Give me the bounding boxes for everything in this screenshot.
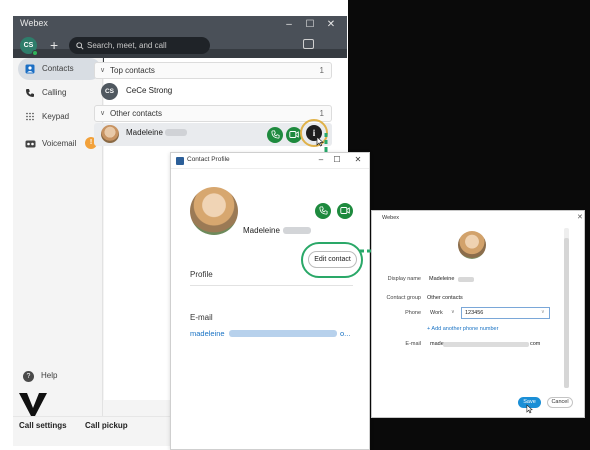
call-button[interactable] (267, 127, 283, 143)
phone-label: Phone (405, 310, 421, 316)
call-button[interactable] (315, 203, 331, 219)
group-header-other-contacts[interactable]: ∨ Other contacts 1 (94, 105, 332, 122)
close-button[interactable]: ✕ (353, 155, 363, 164)
sidebar-item-label: Contacts (42, 64, 74, 73)
window-title: Contact Profile (187, 156, 230, 163)
search-placeholder: Search, meet, and call (87, 41, 167, 50)
phone-number-input[interactable]: 123456 (461, 307, 550, 319)
section-heading: Profile (190, 270, 213, 279)
dialpad-icon[interactable] (303, 39, 314, 49)
help-icon: ? (23, 371, 34, 382)
contact-group-label: Contact group (386, 295, 421, 301)
avatar (101, 125, 119, 143)
redacted-email (229, 330, 337, 337)
redacted-surname (283, 227, 311, 234)
group-count: 1 (319, 109, 324, 118)
phone-icon (318, 206, 328, 215)
top-margin (0, 0, 348, 16)
display-name-field[interactable]: Madeleine (429, 276, 454, 282)
maximize-button[interactable]: ☐ (332, 155, 342, 164)
chevron-down-icon: ∨ (541, 309, 545, 315)
keypad-icon (25, 112, 35, 122)
help-label: Help (41, 371, 58, 380)
avatar: CS (101, 83, 118, 100)
cancel-button[interactable]: Cancel (547, 397, 573, 408)
contact-name: CeCe Strong (126, 86, 173, 95)
video-call-button[interactable] (337, 203, 353, 219)
sidebar-item-calling[interactable]: Calling (18, 82, 101, 104)
profile-photo (190, 187, 238, 235)
dialog-title: Webex (382, 215, 400, 221)
maximize-button[interactable]: ☐ (302, 19, 318, 30)
email-label: E-mail (405, 341, 421, 347)
call-pickup-button[interactable]: Call pickup (85, 421, 128, 430)
phone-icon (270, 130, 280, 139)
email-label: E-mail (190, 313, 213, 322)
email-field[interactable]: made (430, 341, 444, 347)
chevron-down-icon: ∨ (100, 67, 106, 74)
new-button[interactable]: + (50, 36, 58, 54)
presence-indicator (32, 50, 38, 56)
sidebar-item-keypad[interactable]: Keypad (18, 106, 101, 128)
voicemail-icon (25, 139, 36, 149)
contacts-icon (25, 64, 35, 74)
edit-contact-button[interactable]: Edit contact (308, 251, 357, 268)
sidebar-item-contacts[interactable]: Contacts (18, 58, 101, 80)
minimize-button[interactable]: – (281, 19, 297, 30)
search-input[interactable]: Search, meet, and call (69, 37, 210, 54)
call-settings-button[interactable]: Call settings (19, 421, 67, 430)
minimize-button[interactable]: – (316, 155, 326, 164)
group-label: Top contacts (110, 66, 155, 75)
phone-icon (25, 88, 35, 98)
email-link[interactable]: madeleine (190, 329, 225, 338)
redacted-email (443, 342, 529, 347)
scrollbar-thumb[interactable] (564, 238, 569, 388)
profile-photo (458, 231, 486, 259)
sidebar-item-label: Keypad (42, 112, 70, 121)
video-icon (340, 207, 350, 214)
webex-app-icon (176, 157, 184, 165)
sidebar-item-label: Calling (42, 88, 67, 97)
chevron-down-icon: ∨ (100, 110, 106, 117)
help-button[interactable]: ? Help (23, 371, 57, 382)
contact-name: Madeleine (126, 128, 163, 137)
contact-profile-window: Contact Profile – ☐ ✕ Madeleine Edit con… (170, 152, 370, 450)
close-button[interactable]: ✕ (323, 19, 339, 30)
group-header-top-contacts[interactable]: ∨ Top contacts 1 (94, 62, 332, 79)
redacted-surname (458, 277, 474, 282)
video-icon (289, 131, 299, 138)
phone-type-select[interactable]: Work (430, 310, 443, 316)
email-tail: com (530, 341, 541, 347)
display-name-label: Display name (387, 276, 421, 282)
contact-group-select[interactable]: Other contacts (427, 295, 463, 301)
chevron-down-icon: ∨ (451, 309, 455, 315)
email-tail: o... (340, 329, 351, 338)
group-count: 1 (319, 66, 324, 75)
search-icon (76, 42, 84, 50)
app-title: Webex (20, 18, 48, 28)
add-phone-link[interactable]: + Add another phone number (427, 326, 498, 332)
cursor-icon (526, 401, 533, 419)
close-button[interactable]: ✕ (577, 213, 583, 221)
divider (190, 285, 353, 286)
contact-name: Madeleine (243, 226, 280, 235)
group-label: Other contacts (110, 109, 163, 118)
redacted-surname (165, 129, 187, 136)
sidebar-item-label: Voicemail (42, 139, 77, 148)
